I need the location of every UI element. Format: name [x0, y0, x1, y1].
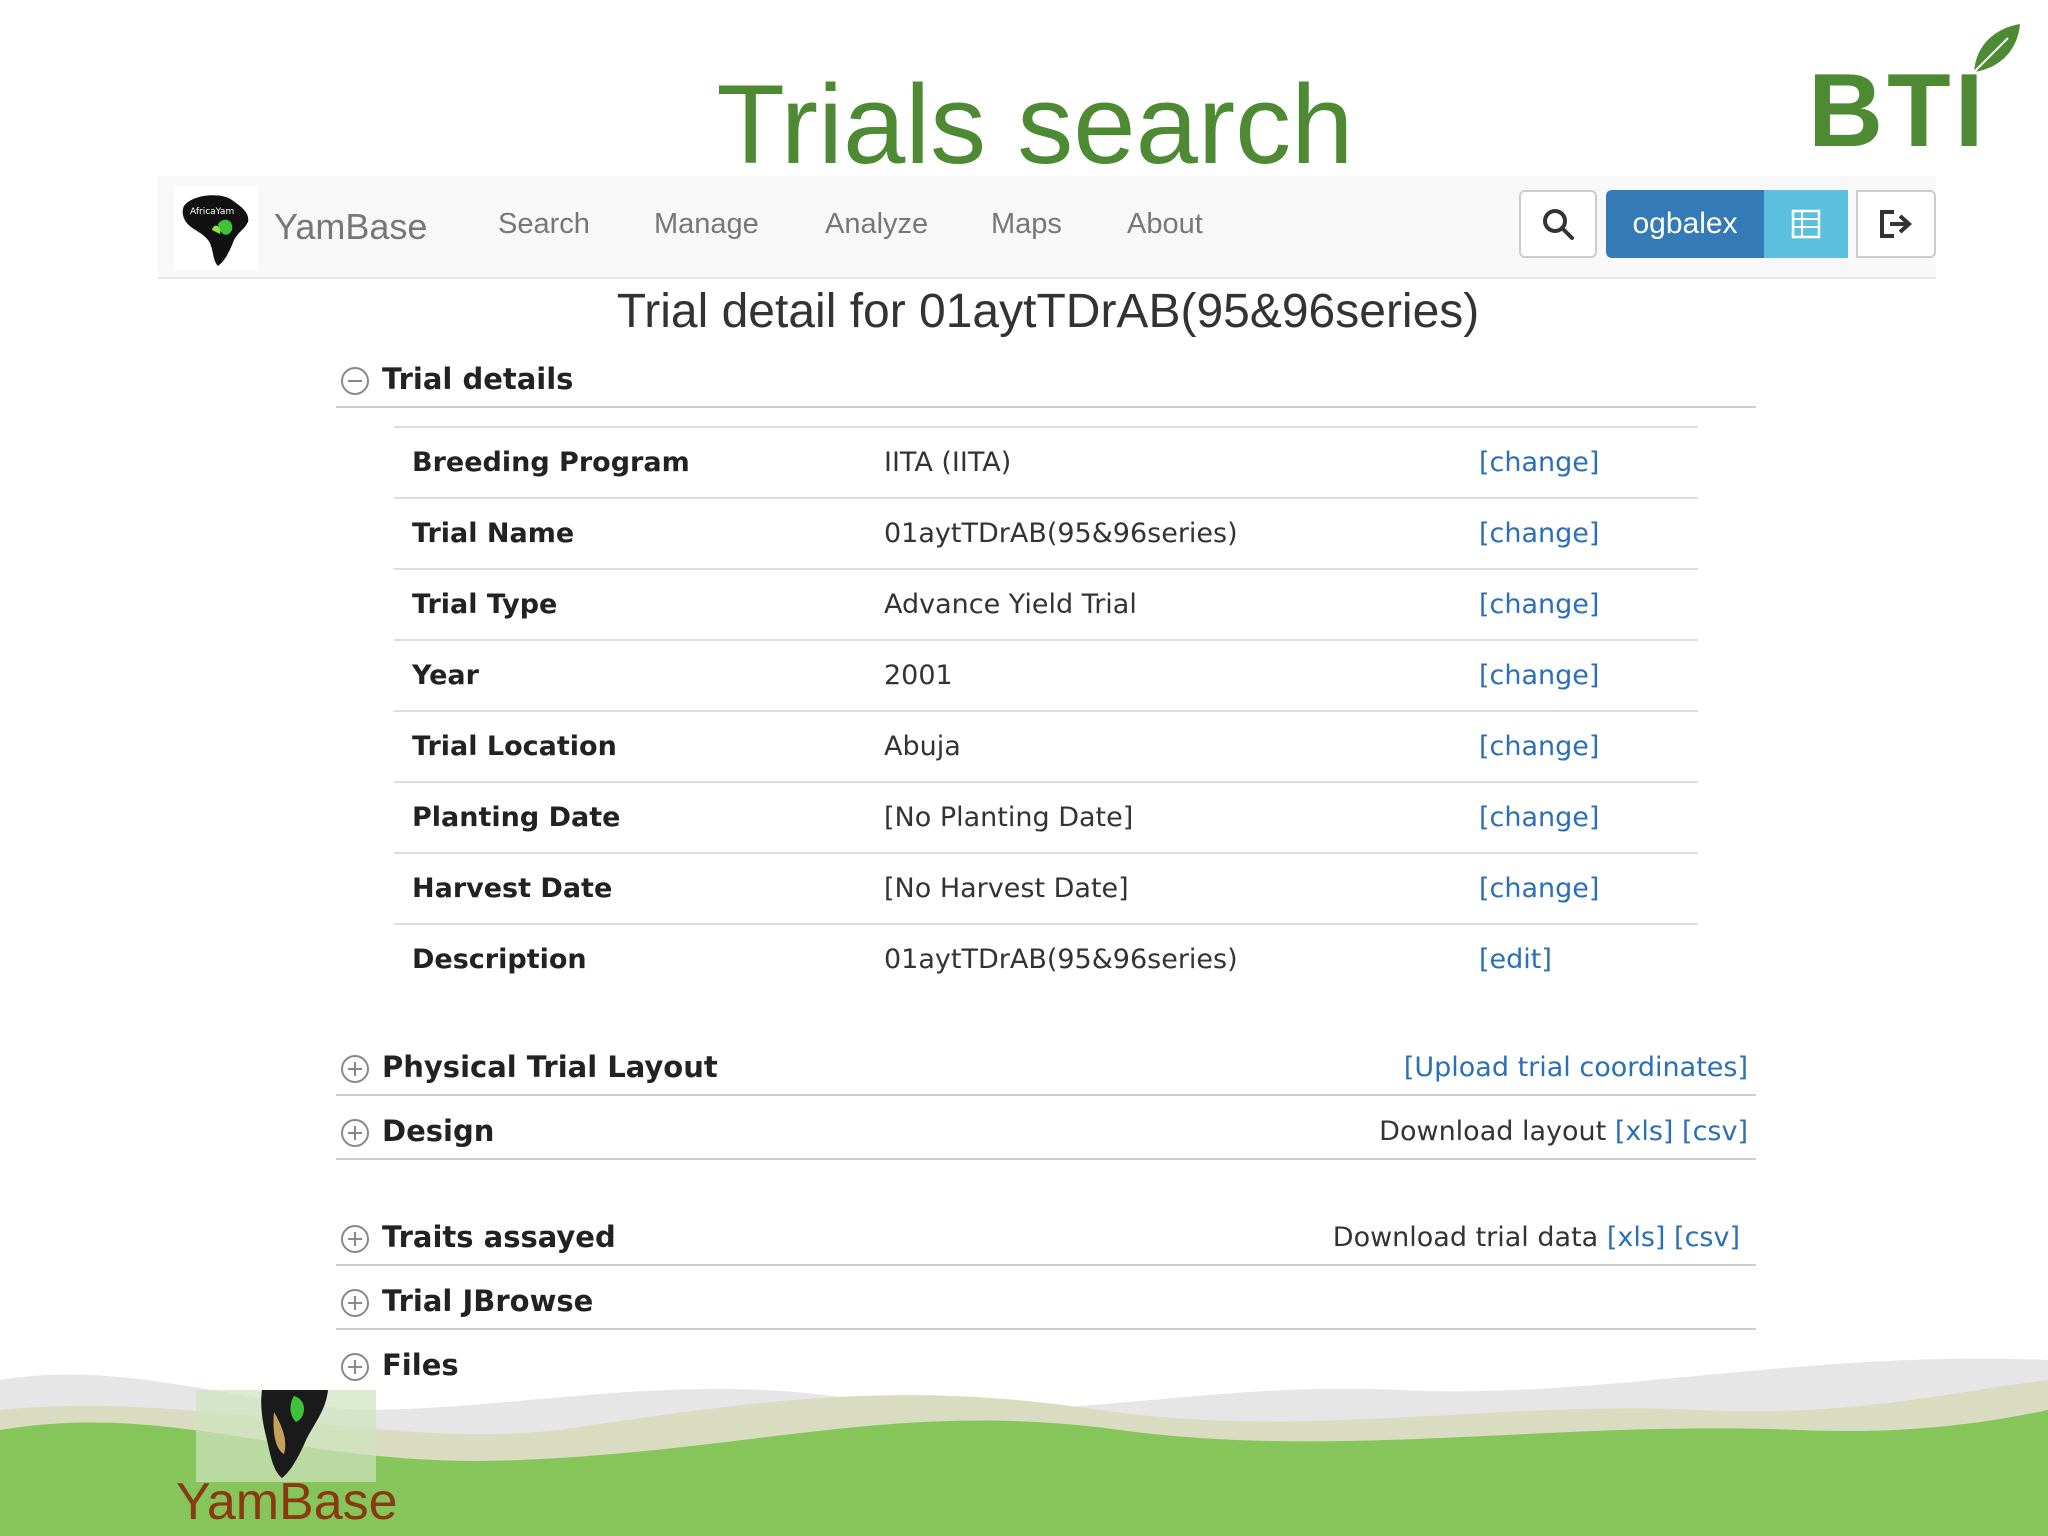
user-button[interactable]: ogbalex	[1606, 190, 1764, 258]
section-label: Physical Trial Layout	[382, 1050, 718, 1084]
grid-icon	[1791, 209, 1821, 239]
section-label: Files	[382, 1348, 459, 1382]
row-label: Breeding Program	[394, 426, 884, 498]
row-label: Harvest Date	[394, 852, 884, 924]
trial-details-table: Breeding Program IITA (IITA) [change] Tr…	[394, 426, 1698, 994]
download-layout-csv-link[interactable]: [csv]	[1682, 1116, 1748, 1147]
table-row: Trial Location Abuja [change]	[394, 710, 1698, 782]
upload-coordinates-link[interactable]: [Upload trial coordinates]	[1404, 1052, 1748, 1083]
change-link[interactable]: [change]	[1479, 568, 1698, 640]
change-link[interactable]: [change]	[1479, 639, 1698, 711]
expand-icon[interactable]	[340, 1054, 370, 1084]
search-icon	[1543, 209, 1574, 240]
expand-icon[interactable]	[340, 1352, 370, 1382]
section-label: Trial details	[382, 362, 574, 396]
download-trial-data-label: Download trial data	[1332, 1222, 1599, 1253]
section-files[interactable]: Files	[336, 1342, 1756, 1392]
footer-yambase-label: YamBase	[176, 1473, 398, 1531]
table-row: Breeding Program IITA (IITA) [change]	[394, 426, 1698, 498]
change-link[interactable]: [change]	[1479, 781, 1698, 853]
section-label: Trial JBrowse	[382, 1284, 594, 1318]
expand-icon[interactable]	[340, 1288, 370, 1318]
section-label: Design	[382, 1114, 495, 1148]
section-physical-layout[interactable]: Physical Trial Layout [Upload trial coor…	[336, 1044, 1756, 1096]
nav-maps[interactable]: Maps	[991, 208, 1062, 241]
bti-logo: BTI	[1808, 22, 2028, 166]
logo-caption: AfricaYam	[190, 207, 234, 217]
table-row: Planting Date [No Planting Date] [change…	[394, 781, 1698, 853]
page-title: Trial detail for 01aytTDrAB(95&96series)	[616, 285, 1480, 338]
row-label: Trial Type	[394, 568, 884, 640]
grid-button[interactable]	[1764, 190, 1848, 258]
section-label: Traits assayed	[382, 1220, 616, 1254]
expand-icon[interactable]	[340, 1224, 370, 1254]
row-label: Planting Date	[394, 781, 884, 853]
africayam-logo[interactable]: AfricaYam	[174, 186, 258, 270]
navbar: AfricaYam YamBase Search Manage Analyze …	[158, 176, 1936, 279]
bti-logo-text: BTI	[1808, 53, 1988, 169]
nav-analyze[interactable]: Analyze	[825, 208, 928, 241]
table-row: Harvest Date [No Harvest Date] [change]	[394, 852, 1698, 924]
change-link[interactable]: [change]	[1479, 852, 1698, 924]
section-trial-jbrowse[interactable]: Trial JBrowse	[336, 1278, 1756, 1330]
collapse-icon[interactable]	[340, 366, 370, 396]
download-trial-data: Download trial data [xls] [csv]	[1333, 1222, 1740, 1253]
change-link[interactable]: [change]	[1479, 497, 1698, 569]
africayam-footer-logo	[196, 1390, 376, 1482]
slide-title: Trials search	[716, 62, 1354, 187]
nav-about[interactable]: About	[1127, 208, 1203, 241]
table-row: Year 2001 [change]	[394, 639, 1698, 711]
download-layout: Download layout [xls] [csv]	[1379, 1116, 1748, 1147]
row-value: [No Planting Date]	[884, 781, 1479, 853]
section-design[interactable]: Design Download layout [xls] [csv]	[336, 1108, 1756, 1160]
row-label: Description	[394, 923, 884, 994]
row-value: [No Harvest Date]	[884, 852, 1479, 924]
change-link[interactable]: [change]	[1479, 426, 1698, 498]
row-label: Trial Name	[394, 497, 884, 569]
leaf-icon	[1973, 24, 2020, 73]
row-value: IITA (IITA)	[884, 426, 1479, 498]
expand-icon[interactable]	[340, 1118, 370, 1148]
section-traits-assayed[interactable]: Traits assayed Download trial data [xls]…	[336, 1214, 1756, 1266]
row-label: Trial Location	[394, 710, 884, 782]
logout-button[interactable]	[1856, 190, 1936, 258]
brand-name[interactable]: YamBase	[274, 206, 427, 248]
section-trial-details[interactable]: Trial details	[336, 356, 1756, 408]
table-row: Description 01aytTDrAB(95&96series) [edi…	[394, 923, 1698, 994]
table-row: Trial Type Advance Yield Trial [change]	[394, 568, 1698, 640]
download-layout-xls-link[interactable]: [xls]	[1615, 1116, 1674, 1147]
download-layout-label: Download layout	[1379, 1116, 1607, 1147]
nav-search[interactable]: Search	[498, 208, 590, 241]
row-value: Abuja	[884, 710, 1479, 782]
row-label: Year	[394, 639, 884, 711]
row-value: Advance Yield Trial	[884, 568, 1479, 640]
nav-manage[interactable]: Manage	[654, 208, 759, 241]
change-link[interactable]: [change]	[1479, 710, 1698, 782]
table-row: Trial Name 01aytTDrAB(95&96series) [chan…	[394, 497, 1698, 569]
row-value: 01aytTDrAB(95&96series)	[884, 923, 1479, 994]
edit-link[interactable]: [edit]	[1479, 923, 1698, 994]
row-value: 2001	[884, 639, 1479, 711]
search-button[interactable]	[1519, 190, 1597, 258]
download-trial-csv-link[interactable]: [csv]	[1674, 1222, 1740, 1253]
download-trial-xls-link[interactable]: [xls]	[1607, 1222, 1666, 1253]
logout-icon	[1880, 210, 1913, 238]
row-value: 01aytTDrAB(95&96series)	[884, 497, 1479, 569]
